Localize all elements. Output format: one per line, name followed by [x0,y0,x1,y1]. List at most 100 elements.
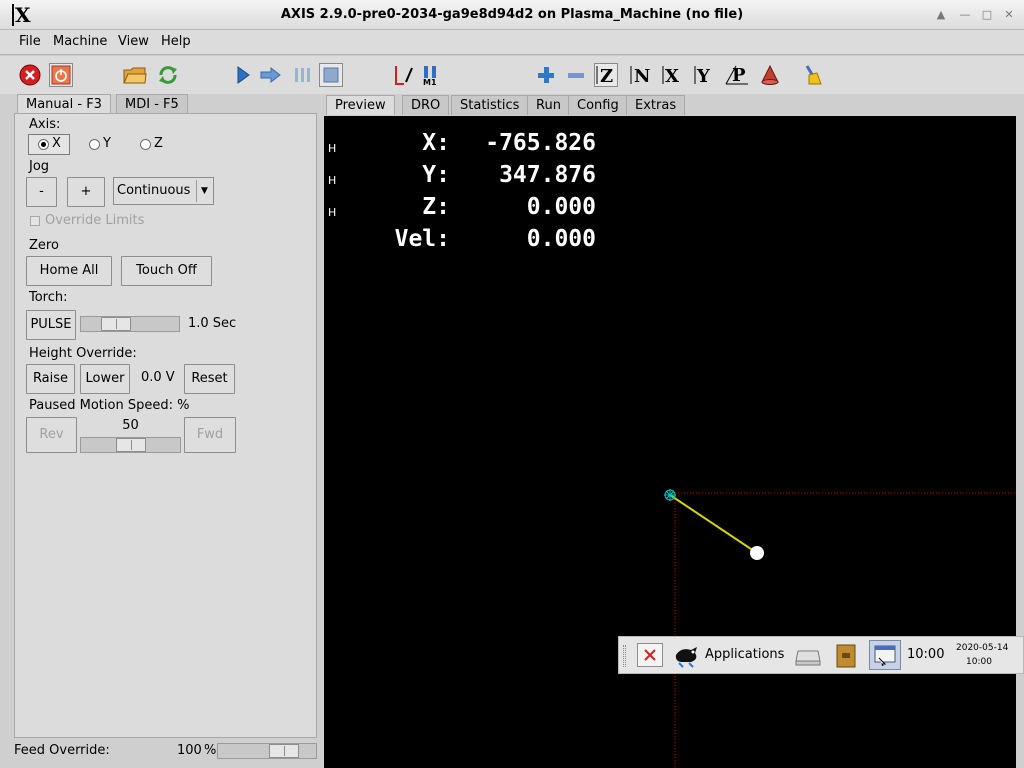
toggle-tool-button[interactable] [758,63,782,87]
z-homed-flag: H [328,206,337,219]
svg-text:Z: Z [600,66,613,86]
menu-help[interactable]: Help [161,34,191,49]
applications-menu-label: Applications [705,647,785,662]
menu-view[interactable]: View [118,34,149,49]
tab-statistics[interactable]: Statistics [451,95,529,115]
view-rotated-z-icon: N [630,66,650,86]
optional-block-delete-button[interactable] [392,63,416,87]
x-homed-flag: H [328,142,337,155]
view-y-button[interactable]: Y [692,63,716,87]
svg-text:Y: Y [696,66,711,86]
axis-label: Axis: [29,117,61,132]
taskbar: Applications 10:00 2020-05-14 10:00 [618,636,1024,674]
zoom-out-button[interactable] [564,63,588,87]
tab-config[interactable]: Config [568,95,628,115]
height-override-label: Height Override: [29,346,137,361]
tab-mdi[interactable]: MDI - F5 [116,94,188,114]
reload-file-button[interactable] [156,63,180,87]
view-z-icon: Z [596,66,613,86]
window-title: AXIS 2.9.0-pre0-2034-ga9e8d94d2 on Plasm… [280,7,744,22]
feed-override-slider[interactable] [217,743,317,759]
archive-launcher[interactable] [835,643,857,673]
window-list-button[interactable] [869,640,901,670]
tab-manual[interactable]: Manual - F3 [17,94,111,115]
taskbar-time-small: 10:00 [966,657,992,667]
view-rotated-z-button[interactable]: N [628,63,652,87]
archive-icon [836,644,856,668]
power-icon [51,65,71,85]
optional-stop-button[interactable]: M1 [420,63,444,87]
pause-icon [295,68,310,82]
applications-menu-button[interactable] [673,641,701,673]
jog-mode-select[interactable]: Continuous ▼ [113,177,214,205]
axis-z-radio[interactable]: Z [140,135,163,153]
toolbar: M1 Z N X Y P [0,56,1024,94]
clear-plot-button[interactable] [800,63,824,87]
paused-speed-value: 50 [122,418,139,433]
view-perspective-icon: P [725,65,748,86]
zero-label: Zero [29,238,59,253]
view-x-button[interactable]: X [660,63,684,87]
pulse-time-slider-handle[interactable] [101,317,131,331]
menu-file[interactable]: File [19,34,41,49]
taskbar-clock: 10:00 [907,647,945,662]
pulse-button[interactable]: PULSE [26,310,76,340]
step-button[interactable] [259,63,283,87]
view-perspective-button[interactable]: P [724,63,748,87]
open-file-button[interactable] [123,63,147,87]
tab-dro[interactable]: DRO [402,95,450,115]
window-up-icon[interactable]: ▲ [934,8,948,22]
stop-button[interactable] [319,63,343,87]
height-raise-button[interactable]: Raise [26,364,75,394]
axis-y-radio[interactable]: Y [89,135,111,153]
jog-minus-button[interactable]: - [26,177,57,207]
tab-extras[interactable]: Extras [626,95,686,115]
dro-x-value: -765.826 [485,130,596,156]
machine-power-button[interactable] [49,63,73,87]
touch-off-button[interactable]: Touch Off [121,256,212,286]
jog-plus-button[interactable]: + [67,177,105,207]
paused-rev-button[interactable]: Rev [26,417,77,453]
dro-x-label: X: [422,130,450,156]
block-delete-icon [395,66,413,85]
pause-button[interactable] [290,63,314,87]
view-z-button[interactable]: Z [594,63,618,87]
window-minimize-icon[interactable]: — [958,8,972,22]
zoom-in-button[interactable] [534,63,558,87]
paused-fwd-button[interactable]: Fwd [184,417,236,453]
height-lower-button[interactable]: Lower [80,364,130,394]
toolpath-line [669,494,758,554]
step-icon [260,66,281,84]
height-reset-button[interactable]: Reset [184,364,235,394]
feed-override-slider-handle[interactable] [269,744,299,758]
zoom-in-icon [538,67,554,83]
chevron-down-icon: ▼ [196,180,212,202]
paused-speed-slider[interactable] [80,437,181,453]
run-button[interactable] [231,63,255,87]
window-maximize-icon[interactable]: □ [980,8,994,22]
axis-x-radio[interactable]: X [38,135,61,153]
reload-icon [159,66,177,84]
estop-button[interactable] [18,63,42,87]
close-icon [644,649,656,661]
tab-preview[interactable]: Preview [326,95,395,115]
dro-vel-label: Vel: [394,226,450,252]
window-close-icon[interactable]: ✕ [1002,8,1016,22]
home-all-button[interactable]: Home All [26,256,112,286]
optional-stop-icon: M1 [423,66,437,86]
paused-motion-label: Paused Motion Speed: % [29,398,190,413]
feed-override-unit: % [204,743,217,758]
broom-icon [805,65,822,85]
taskbar-handle[interactable] [623,645,626,667]
title-bar: X AXIS 2.9.0-pre0-2034-ga9e8d94d2 on Pla… [0,0,1024,30]
play-icon [237,66,250,84]
override-limits-checkbox[interactable] [30,216,40,226]
height-value: 0.0 V [141,370,175,385]
feed-override-row: Feed Override: 100 % [14,743,317,768]
taskbar-close-button[interactable] [637,643,663,667]
paused-speed-slider-handle[interactable] [116,438,146,452]
menu-machine[interactable]: Machine [53,34,107,49]
tab-run[interactable]: Run [527,95,570,115]
pulse-time-slider[interactable] [80,316,180,332]
drive-launcher[interactable] [795,645,821,671]
